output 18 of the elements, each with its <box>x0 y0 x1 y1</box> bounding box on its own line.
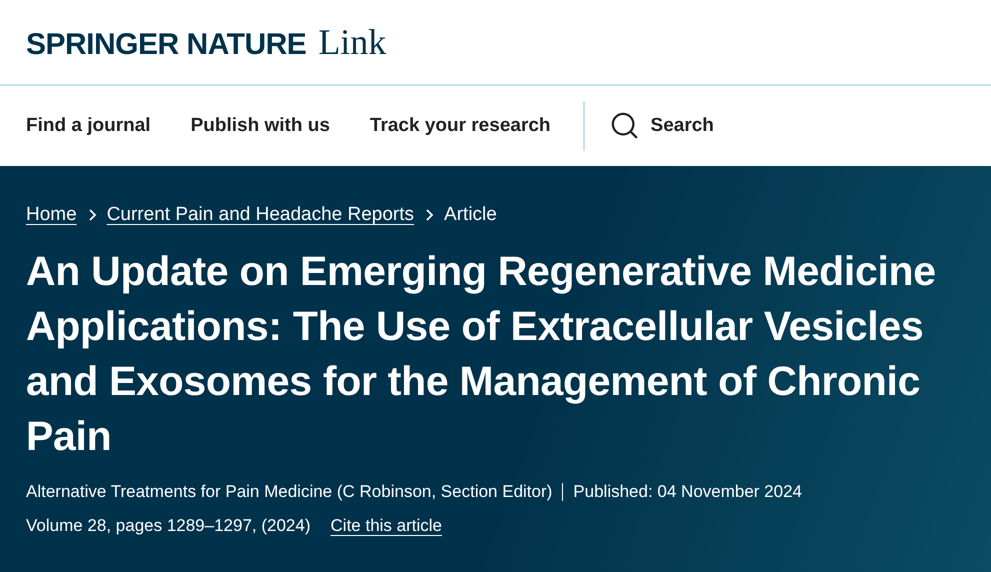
breadcrumb-current: Article <box>444 204 497 226</box>
chevron-icon <box>86 208 97 222</box>
nav-link[interactable]: Track your research <box>370 115 551 137</box>
nav-link[interactable]: Publish with us <box>190 115 330 137</box>
article-title: An Update on Emerging Regenerative Medicine Applications: The Use of Extracellular Vesicles and Exosomes for the Management of Chronic Pain <box>26 247 937 461</box>
separator <box>562 483 564 501</box>
section-info: Alternative Treatments for Pain Medicine (C Robinson, Section Editor) <box>26 482 552 502</box>
volume-info: Volume 28, pages 1289–1297, (2024) <box>26 516 311 536</box>
logo-wordmark[interactable]: SPRINGER NATURE <box>26 28 306 62</box>
breadcrumb-link[interactable]: Current Pain and Headache Reports <box>106 204 414 226</box>
logo-product-name[interactable]: Link <box>318 21 386 63</box>
search-icon <box>610 112 639 140</box>
cite-link[interactable]: Cite this article <box>330 516 442 536</box>
breadcrumb-link[interactable]: Home <box>26 204 77 226</box>
search-button[interactable]: Search <box>610 112 714 140</box>
nav-link[interactable]: Find a journal <box>26 115 151 137</box>
chevron-icon <box>424 208 434 222</box>
published-date: Published: 04 November 2024 <box>573 482 802 502</box>
